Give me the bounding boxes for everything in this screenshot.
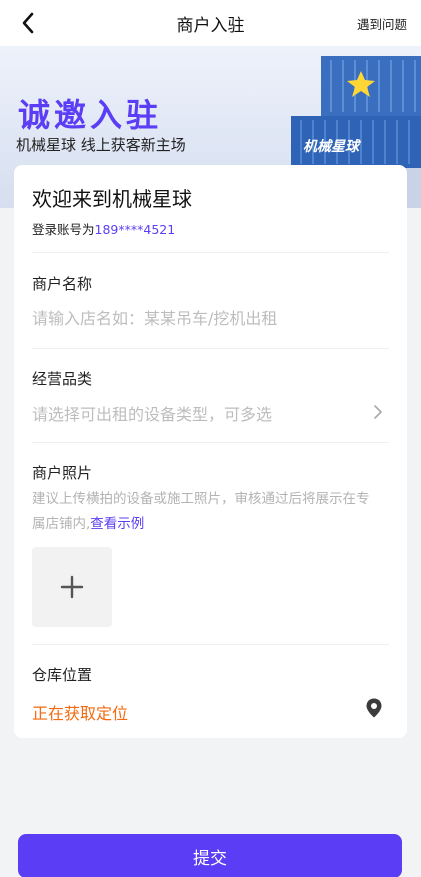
category-label: 经营品类 bbox=[32, 370, 93, 388]
photos-hint-text: 建议上传横拍的设备或施工照片，审核通过后将展示在专属店铺内, bbox=[32, 491, 370, 532]
category-select[interactable]: 请选择可出租的设备类型，可多选 bbox=[32, 401, 272, 425]
account-info: 登录账号为189****4521 bbox=[32, 219, 175, 238]
location-pin-icon[interactable] bbox=[363, 697, 385, 719]
divider bbox=[32, 252, 389, 253]
photos-label: 商户照片 bbox=[32, 464, 93, 482]
help-link[interactable]: 遇到问题 bbox=[357, 14, 407, 33]
shop-name-label: 商户名称 bbox=[32, 275, 93, 293]
merchant-form-card: 欢迎来到机械星球 登录账号为189****4521 商户名称 经营品类 请选择可… bbox=[14, 165, 407, 738]
photos-hint: 建议上传横拍的设备或施工照片，审核通过后将展示在专属店铺内,查看示例 bbox=[32, 487, 377, 537]
divider bbox=[32, 348, 389, 349]
submit-button[interactable]: 提交 bbox=[18, 834, 402, 877]
art-logo-text: 机械星球 bbox=[303, 138, 362, 155]
banner-title: 诚邀入驻 bbox=[18, 96, 163, 134]
plus-icon bbox=[60, 575, 84, 599]
location-status: 正在获取定位 bbox=[32, 704, 129, 723]
banner-subtitle: 机械星球 线上获客新主场 bbox=[16, 136, 186, 154]
divider bbox=[32, 442, 389, 443]
upload-photo-button[interactable] bbox=[32, 547, 112, 627]
nav-bar: 商户入驻 遇到问题 bbox=[0, 0, 421, 46]
welcome-heading: 欢迎来到机械星球 bbox=[32, 187, 192, 211]
location-label: 仓库位置 bbox=[32, 666, 93, 684]
account-prefix: 登录账号为 bbox=[32, 222, 95, 237]
view-example-link[interactable]: 查看示例 bbox=[90, 516, 144, 532]
chevron-right-icon[interactable] bbox=[371, 405, 385, 419]
back-icon[interactable] bbox=[14, 9, 42, 37]
shop-name-input[interactable] bbox=[32, 305, 372, 331]
account-phone: 189****4521 bbox=[94, 222, 176, 237]
divider bbox=[32, 644, 389, 645]
page-title: 商户入驻 bbox=[176, 15, 245, 36]
